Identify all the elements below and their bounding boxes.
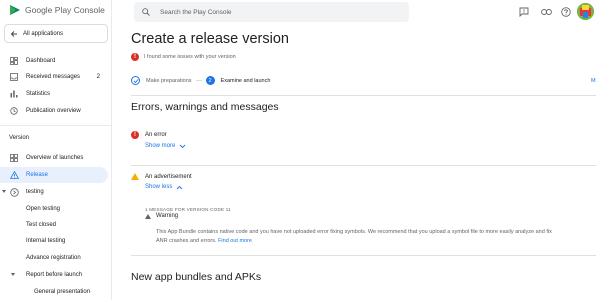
show-more-button[interactable]: Show more xyxy=(145,143,186,149)
sidebar-item-open-testing[interactable]: Open testing xyxy=(0,201,108,217)
warning-small-icon xyxy=(145,213,151,219)
show-less-label: Show less xyxy=(145,184,173,190)
show-less-button[interactable]: Show less xyxy=(145,184,183,190)
sidebar-item-label: Test closed xyxy=(26,222,57,228)
step-label-examine[interactable]: Examine and launch xyxy=(221,78,271,84)
sidebar-divider xyxy=(0,125,111,126)
play-console-logo[interactable]: Google Play Console xyxy=(9,4,105,16)
logo-text: Google Play Console xyxy=(25,5,105,15)
sidebar-item-dashboard[interactable]: Dashboard xyxy=(0,53,108,69)
sidebar-item-label: Internal testing xyxy=(26,238,66,244)
sidebar-item-label: General presentation xyxy=(34,289,91,295)
issue-summary: ! I found some issues with your version xyxy=(131,53,236,61)
sidebar-item-internal-testing[interactable]: Internal testing xyxy=(0,233,108,249)
sidebar-item-received-messages[interactable]: Received messages 2 xyxy=(0,69,108,85)
warning-description: This App Bundle contains native code and… xyxy=(156,228,556,246)
sidebar-section-version: Version xyxy=(9,135,30,141)
sidebar-item-advance-registration[interactable]: Advance registration xyxy=(0,250,108,266)
error-icon: ! xyxy=(131,53,139,61)
divider xyxy=(131,255,596,256)
sidebar-item-statistics[interactable]: Statistics xyxy=(0,86,108,102)
sidebar-item-label: Statistics xyxy=(26,91,51,97)
error-icon: ! xyxy=(131,131,139,139)
sidebar-item-test-closed[interactable]: Test closed xyxy=(0,217,108,233)
messages-count-badge: 2 xyxy=(96,74,100,80)
show-more-label: Show more xyxy=(145,143,176,149)
error-row: ! An error xyxy=(131,131,167,139)
advertisement-row: An advertisement xyxy=(131,173,192,180)
testing-icon xyxy=(9,187,19,197)
sidebar-item-label: Open testing xyxy=(26,206,61,212)
bundles-section-title: New app bundles and APKs xyxy=(131,271,262,283)
clipped-link[interactable]: Ma xyxy=(591,78,596,84)
warning-icon xyxy=(131,173,139,180)
sidebar-item-testing[interactable]: testing xyxy=(0,184,108,200)
step-number: 2 xyxy=(205,76,215,85)
divider xyxy=(131,165,596,166)
sidebar-item-publication-overview[interactable]: Publication overview xyxy=(0,103,108,119)
step-label-prepare[interactable]: Make preparations xyxy=(146,78,192,84)
sidebar-item-label: Advance registration xyxy=(26,255,81,261)
sidebar-item-label: Dashboard xyxy=(26,58,56,64)
play-console-logo-icon xyxy=(10,5,20,15)
main-content: Create a release version ! I found some … xyxy=(131,0,596,300)
warning-label-row: Warning xyxy=(145,213,178,219)
chevron-up-icon xyxy=(177,185,183,189)
advertisement-row-label: An advertisement xyxy=(145,173,192,180)
chevron-down-icon xyxy=(180,144,186,148)
inbox-icon xyxy=(9,72,19,82)
sidebar-item-label: Release xyxy=(26,172,49,178)
sidebar-item-label: Received messages xyxy=(26,74,81,80)
sidebar-item-label: Publication overview xyxy=(26,108,81,114)
errors-section-title: Errors, warnings and messages xyxy=(131,101,279,113)
sidebar-item-label: Report before launch xyxy=(26,272,83,278)
error-row-label: An error xyxy=(145,132,167,138)
warning-outline-icon xyxy=(9,170,19,180)
sidebar-item-release[interactable]: Release xyxy=(0,167,108,183)
divider xyxy=(131,95,596,96)
grid-icon xyxy=(9,153,19,163)
sidebar: Google Play Console All applications Das… xyxy=(0,0,112,300)
page-title: Create a release version xyxy=(131,31,289,47)
bar-chart-icon xyxy=(9,89,19,99)
find-out-more-link[interactable]: Find out more xyxy=(218,238,252,244)
sidebar-item-label: testing xyxy=(26,189,44,195)
sidebar-item-overview-of-launches[interactable]: Overview of launches xyxy=(0,150,108,166)
check-circle-icon xyxy=(131,76,140,85)
dashboard-icon xyxy=(9,56,19,66)
sidebar-item-report-before-launch[interactable]: Report before launch xyxy=(0,267,108,283)
issue-text: I found some issues with your version xyxy=(144,54,236,60)
schedule-icon xyxy=(9,106,19,116)
warning-label: Warning xyxy=(156,213,179,219)
sidebar-item-general-presentation[interactable]: General presentation xyxy=(0,284,108,300)
all-applications-label: All applications xyxy=(23,30,64,37)
all-applications-button[interactable]: All applications xyxy=(4,24,108,43)
step-connector xyxy=(195,80,202,81)
stepper: Make preparations 2 Examine and launch xyxy=(131,76,270,85)
message-count-header: 1 MESSAGE FOR VERSION CODE 11 xyxy=(145,207,231,212)
warning-body-text: This App Bundle contains native code and… xyxy=(156,229,552,244)
sidebar-item-label: Overview of launches xyxy=(26,155,84,161)
arrow-back-icon xyxy=(10,30,17,37)
